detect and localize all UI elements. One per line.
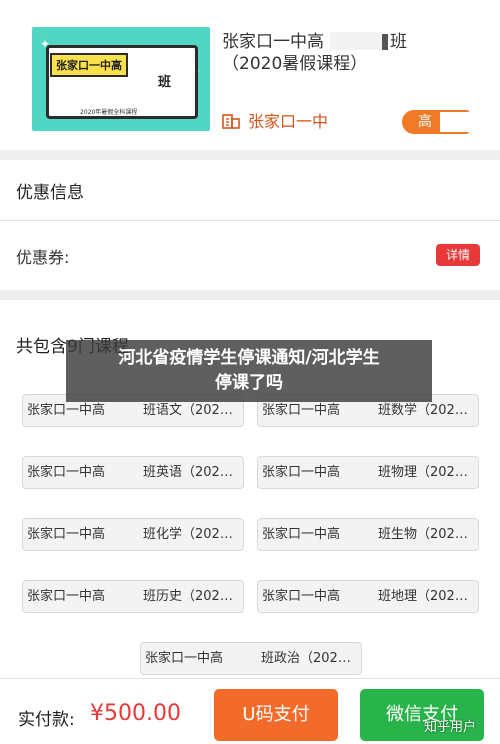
building-icon: [222, 114, 240, 129]
course-item-school: 张家口一中高: [27, 465, 106, 480]
overlay-line: 停课了吗: [215, 373, 283, 393]
news-overlay-banner: 河北省疫情学生停课通知/河北学生 停课了吗: [66, 340, 432, 402]
course-item-school: 张家口一中高: [145, 651, 224, 666]
product-subtitle: （2020暑假课程）: [222, 54, 368, 74]
divider: [0, 220, 500, 221]
course-item-subject: 班地理（202…: [378, 589, 468, 604]
course-item-subject: 班英语（202…: [143, 465, 233, 480]
thumbnail-subtitle: 2020年暑假全科课程: [80, 109, 138, 116]
discount-section-title: 优惠信息: [16, 183, 84, 203]
course-item[interactable]: 张家口一中高 班生物（202…: [257, 518, 479, 551]
course-item-school: 张家口一中高: [27, 527, 106, 542]
course-item[interactable]: 张家口一中高 班历史（202…: [22, 580, 244, 613]
school-name: 张家口一中: [248, 112, 329, 131]
course-item[interactable]: 张家口一中高 班政治（202…: [140, 642, 362, 675]
course-item[interactable]: 张家口一中高 班物理（202…: [257, 456, 479, 489]
coupon-label: 优惠券:: [16, 248, 70, 267]
product-title: 张家口一中高: [222, 32, 324, 52]
course-item-subject: 班政治（202…: [261, 651, 351, 666]
course-item-subject: 班生物（202…: [378, 527, 468, 542]
course-item-school: 张家口一中高: [262, 527, 341, 542]
course-thumbnail: ✦ ✦ ✦ 张家口一中高 班 2020年暑假全科课程: [32, 27, 210, 131]
ucode-pay-button[interactable]: U码支付: [214, 689, 338, 741]
payment-label: 实付款:: [18, 710, 75, 730]
watermark: 知乎用户: [424, 720, 477, 735]
course-item-school: 张家口一中高: [27, 589, 106, 604]
course-product-card[interactable]: ✦ ✦ ✦ 张家口一中高 班 2020年暑假全科课程 张家口一中高 班 （202…: [0, 0, 500, 150]
course-item-subject: 班化学（202…: [143, 527, 233, 542]
thumbnail-title: 张家口一中高: [50, 53, 128, 77]
course-item-subject: 班历史（202…: [143, 589, 233, 604]
school-row: 张家口一中: [222, 108, 328, 132]
course-item[interactable]: 张家口一中高 班化学（202…: [22, 518, 244, 551]
redacted-area: [330, 32, 382, 50]
course-item[interactable]: 张家口一中高 班英语（202…: [22, 456, 244, 489]
course-item-school: 张家口一中高: [262, 465, 341, 480]
course-item-school: 张家口一中高: [262, 589, 341, 604]
overlay-line: 河北省疫情学生停课通知/河北学生: [118, 348, 380, 368]
thumbnail-class-label: 班: [158, 75, 172, 90]
course-item-subject: 班物理（202…: [378, 465, 468, 480]
product-title-class: 班: [390, 32, 407, 52]
payment-amount: ¥500.00: [90, 701, 181, 726]
redacted-area: [440, 112, 470, 132]
discount-section: 优惠信息 优惠券: 详情: [0, 160, 500, 290]
redacted-area: [382, 34, 388, 50]
course-item[interactable]: 张家口一中高 班地理（202…: [257, 580, 479, 613]
coupon-detail-button[interactable]: 详情: [436, 244, 480, 266]
